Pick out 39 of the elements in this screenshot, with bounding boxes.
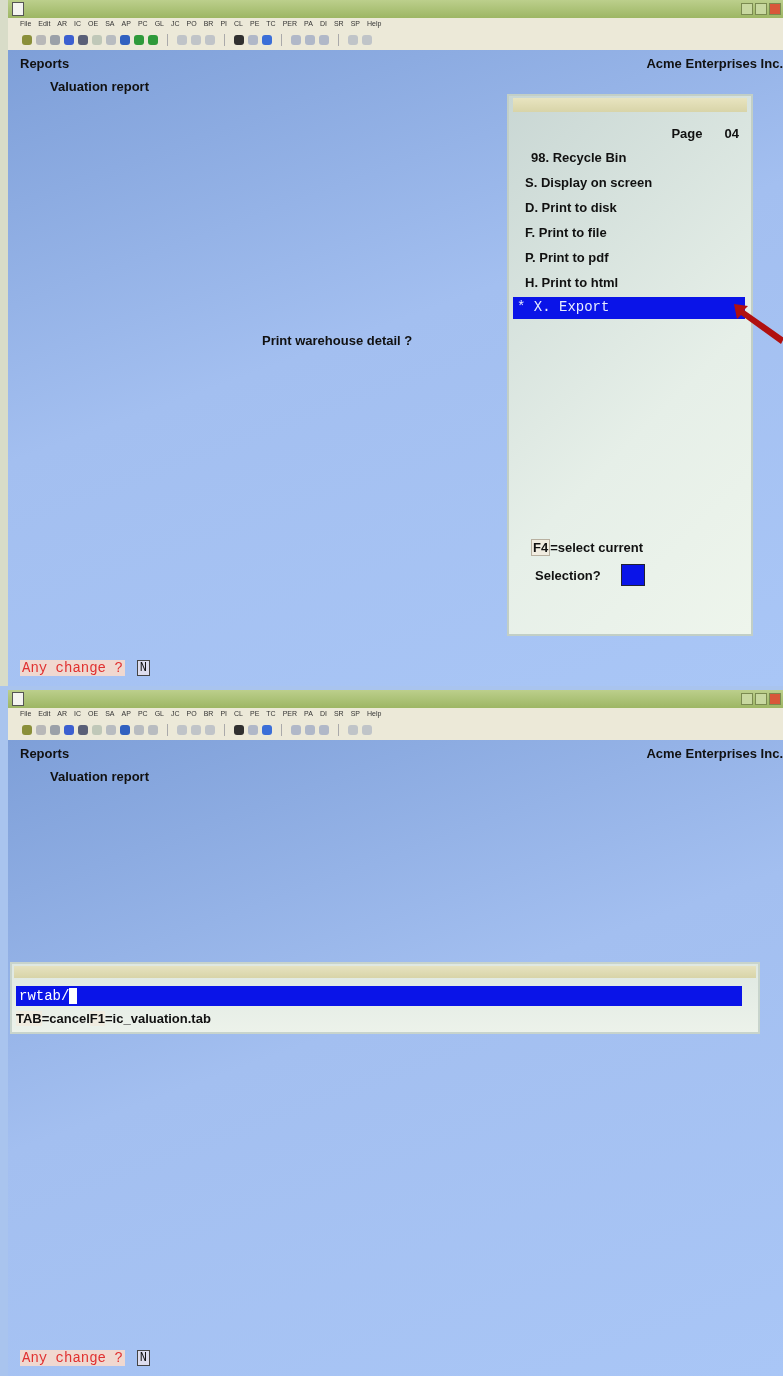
menu-option[interactable]: S. Display on screen — [509, 172, 751, 190]
selection-field[interactable] — [620, 564, 645, 586]
maximize-button[interactable] — [755, 3, 767, 15]
hint-text: =select current — [550, 540, 644, 555]
key-label: F4 — [531, 539, 551, 556]
filename-field[interactable]: rwtab/ — [16, 986, 742, 1006]
menu-option[interactable]: P. Print to pdf — [509, 247, 751, 265]
menu-option[interactable]: * X. Export — [513, 297, 745, 319]
minimize-button[interactable] — [741, 3, 753, 15]
key-label: TAB — [16, 1011, 42, 1026]
selection-label: Selection? — [535, 567, 601, 583]
module-title: Reports — [20, 746, 70, 761]
page-label: Page — [671, 126, 703, 141]
menu-option[interactable]: F. Print to file — [509, 222, 751, 240]
app-icon — [12, 2, 24, 16]
close-button[interactable] — [769, 693, 781, 705]
menu-option[interactable]: H. Print to html — [509, 272, 751, 290]
minimize-button[interactable] — [741, 693, 753, 705]
report-title: Valuation report — [50, 769, 150, 784]
answer-field[interactable]: N — [136, 660, 151, 676]
text-cursor — [69, 988, 78, 1004]
prompt-text: Print warehouse detail ? — [262, 333, 413, 348]
module-title: Reports — [20, 56, 70, 71]
answer-field[interactable]: N — [136, 1350, 151, 1366]
annotation-arrow — [734, 304, 783, 344]
close-button[interactable] — [769, 3, 781, 15]
maximize-button[interactable] — [755, 693, 767, 705]
company-name: Acme Enterprises Inc. — [646, 746, 783, 761]
menu-option[interactable]: D. Print to disk — [509, 197, 751, 215]
page-number: 04 — [724, 126, 739, 141]
key-label: F1 — [89, 1011, 105, 1026]
prompt-label: Any change ? — [20, 660, 125, 676]
report-title: Valuation report — [50, 79, 150, 94]
prompt-label: Any change ? — [20, 1350, 125, 1366]
hint-text: =ic_valuation.tab — [105, 1011, 211, 1026]
hint-text: =cancel — [41, 1011, 90, 1026]
app-icon — [12, 692, 24, 706]
menu-option[interactable]: 98. Recycle Bin — [509, 147, 751, 165]
company-name: Acme Enterprises Inc. — [646, 56, 783, 71]
